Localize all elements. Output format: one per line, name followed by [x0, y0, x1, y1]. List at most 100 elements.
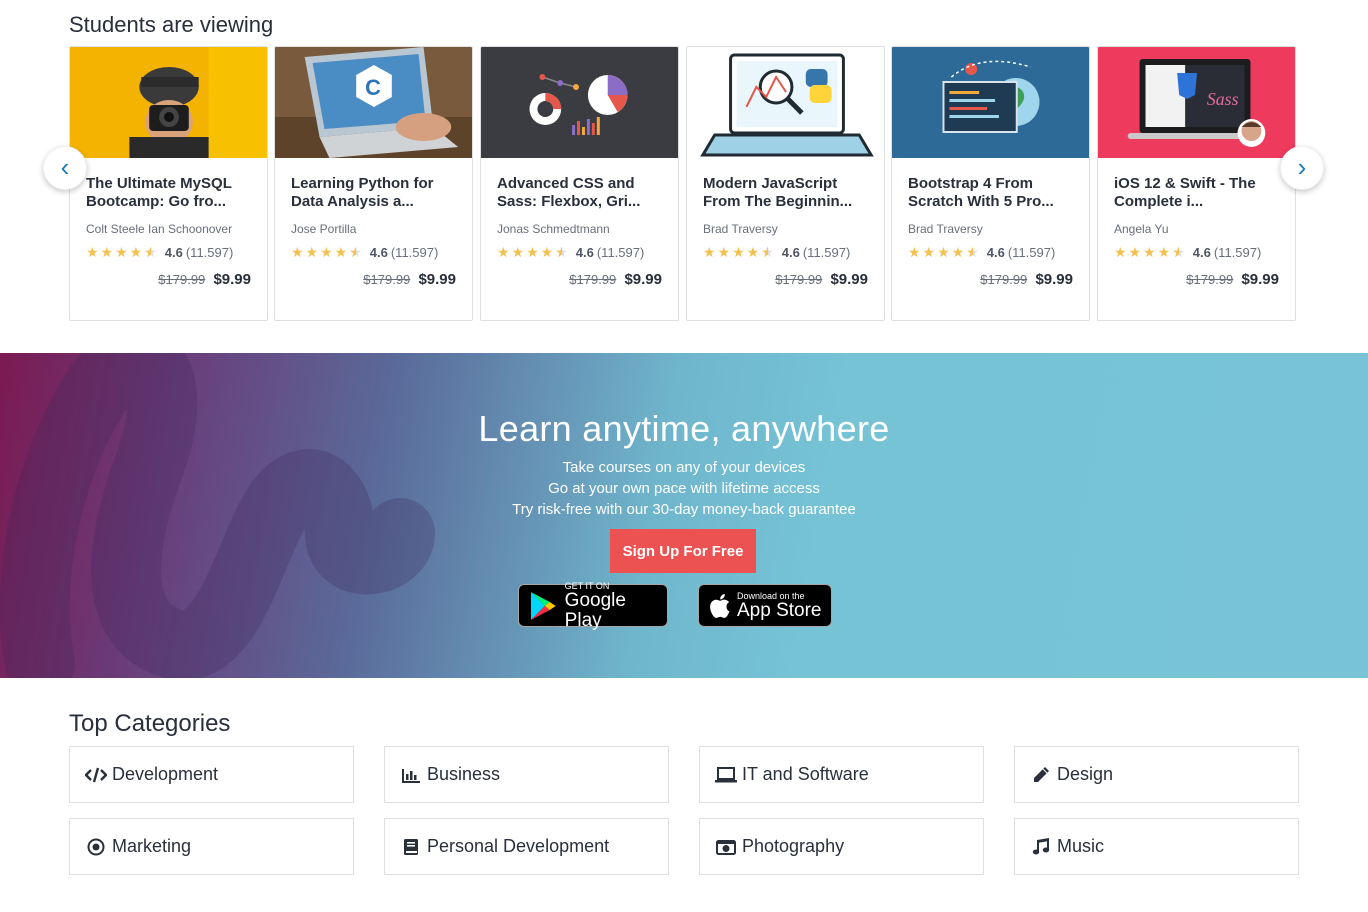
category-label: IT and Software — [742, 764, 869, 784]
original-price: $179.99 — [363, 272, 411, 287]
carousel-prev-button[interactable]: ‹ — [43, 146, 87, 190]
banner-description: Take courses on any of your devices Go a… — [0, 457, 1368, 520]
course-rating: ★★★★★ 4.6 (11.597) — [1114, 244, 1279, 261]
course-price: $179.99 $9.99 — [86, 271, 251, 288]
rating-count: (11.597) — [596, 245, 645, 260]
app-store-button[interactable]: Download on the App Store — [698, 584, 832, 627]
chevron-left-icon: ‹ — [60, 151, 70, 182]
bar-chart-icon — [400, 765, 422, 785]
rating-count: (11.597) — [1007, 245, 1056, 260]
book-icon — [400, 837, 422, 857]
course-rating: ★★★★★ 4.6 (11.597) — [291, 244, 456, 261]
rating-value: 4.6 — [986, 245, 1005, 260]
course-thumbnail-bootstrap — [892, 47, 1089, 158]
course-thumbnail-css-sass — [481, 47, 678, 158]
banner-title: Learn anytime, anywhere — [478, 408, 890, 449]
course-price: $179.99 $9.99 — [291, 271, 456, 288]
google-play-label: Google Play — [564, 589, 626, 631]
rating-count: (11.597) — [185, 245, 234, 260]
category-label: Business — [427, 764, 501, 784]
course-price: $179.99 $9.99 — [497, 271, 662, 288]
code-icon — [85, 765, 107, 785]
category-business[interactable]: Business — [384, 746, 669, 803]
banner-line: Take courses on any of your devices — [562, 459, 806, 476]
category-photography[interactable]: Photography — [699, 818, 984, 875]
course-title[interactable]: Learning Python for Data Analysis a... — [291, 175, 456, 211]
category-marketing[interactable]: Marketing — [69, 818, 354, 875]
course-author: Jonas Schmedtmann — [497, 222, 610, 236]
category-design[interactable]: Design — [1014, 746, 1299, 803]
category-development[interactable]: Development — [69, 746, 354, 803]
category-music[interactable]: Music — [1014, 818, 1299, 875]
rating-value: 4.6 — [575, 245, 594, 260]
original-price: $179.99 — [158, 272, 206, 287]
music-note-icon — [1030, 837, 1052, 857]
svg-text:C: C — [365, 75, 381, 100]
course-author: Brad Traversy — [908, 222, 983, 236]
course-card[interactable]: Modern JavaScript From The Beginnin... B… — [686, 46, 885, 321]
category-label: Personal Development — [427, 836, 610, 856]
original-price: $179.99 — [1186, 272, 1234, 287]
google-play-caption: GET IT ON — [564, 580, 610, 591]
course-title[interactable]: iOS 12 & Swift - The Complete i... — [1114, 175, 1279, 211]
chevron-right-icon: › — [1297, 151, 1307, 182]
sale-price: $9.99 — [830, 271, 868, 288]
star-rating-icon: ★★★★★ — [291, 244, 364, 261]
course-price: $179.99 $9.99 — [703, 271, 868, 288]
course-thumbnail-python: C — [275, 47, 472, 158]
course-card[interactable]: Bootstrap 4 From Scratch With 5 Pro... B… — [891, 46, 1090, 321]
category-label: Music — [1057, 836, 1105, 856]
course-title[interactable]: The Ultimate MySQL Bootcamp: Go fro... — [86, 175, 251, 211]
category-label: Development — [112, 764, 219, 784]
original-price: $179.99 — [775, 272, 823, 287]
target-icon — [85, 837, 107, 857]
app-store-caption: Download on the — [737, 590, 805, 601]
category-label: Design — [1057, 764, 1114, 784]
course-card[interactable]: The Ultimate MySQL Bootcamp: Go fro... C… — [69, 46, 268, 321]
sale-price: $9.99 — [213, 271, 251, 288]
course-carousel: The Ultimate MySQL Bootcamp: Go fro... C… — [69, 46, 1297, 321]
sale-price: $9.99 — [1241, 271, 1279, 288]
course-thumbnail-javascript — [687, 47, 884, 158]
course-title[interactable]: Bootstrap 4 From Scratch With 5 Pro... — [908, 175, 1073, 211]
sale-price: $9.99 — [1035, 271, 1073, 288]
course-author: Colt Steele Ian Schoonover — [86, 222, 233, 236]
pencil-icon — [1030, 765, 1052, 785]
laptop-icon — [715, 765, 737, 785]
course-card[interactable]: C Learning Python for Data Analysis a...… — [274, 46, 473, 321]
star-rating-icon: ★★★★★ — [497, 244, 570, 261]
carousel-next-button[interactable]: › — [1280, 146, 1324, 190]
course-title[interactable]: Modern JavaScript From The Beginnin... — [703, 175, 868, 211]
sign-up-button[interactable]: Sign Up For Free — [610, 529, 756, 573]
sale-price: $9.99 — [624, 271, 662, 288]
course-title[interactable]: Advanced CSS and Sass: Flexbox, Gri... — [497, 175, 662, 211]
star-rating-icon: ★★★★★ — [86, 244, 159, 261]
course-author: Brad Traversy — [703, 222, 778, 236]
course-rating: ★★★★★ 4.6 (11.597) — [497, 244, 662, 261]
svg-text:Sass: Sass — [1207, 89, 1239, 109]
course-card[interactable]: Sass iOS 12 & Swift - The Complete i... … — [1097, 46, 1296, 321]
banner-line: Try risk-free with our 30-day money-back… — [512, 501, 856, 518]
rating-count: (11.597) — [1213, 245, 1262, 260]
course-rating: ★★★★★ 4.6 (11.597) — [703, 244, 868, 261]
category-label: Photography — [742, 836, 845, 856]
section-title-top-categories: Top Categories — [69, 710, 231, 737]
category-label: Marketing — [112, 836, 192, 856]
course-thumbnail-mysql — [70, 47, 267, 158]
course-author: Angela Yu — [1114, 222, 1169, 236]
google-play-button[interactable]: GET IT ON Google Play — [518, 580, 668, 630]
course-author: Jose Portilla — [291, 222, 357, 236]
rating-value: 4.6 — [781, 245, 800, 260]
star-rating-icon: ★★★★★ — [1114, 244, 1187, 261]
category-it-and-software[interactable]: IT and Software — [699, 746, 984, 803]
rating-value: 4.6 — [369, 245, 388, 260]
camera-icon — [715, 837, 737, 857]
category-personal-development[interactable]: Personal Development — [384, 818, 669, 875]
rating-value: 4.6 — [164, 245, 183, 260]
rating-value: 4.6 — [1192, 245, 1211, 260]
course-price: $179.99 $9.99 — [1114, 271, 1279, 288]
original-price: $179.99 — [569, 272, 617, 287]
course-card[interactable]: Advanced CSS and Sass: Flexbox, Gri... J… — [480, 46, 679, 321]
app-store-label: App Store — [737, 599, 822, 621]
section-title-students-viewing: Students are viewing — [69, 12, 274, 37]
